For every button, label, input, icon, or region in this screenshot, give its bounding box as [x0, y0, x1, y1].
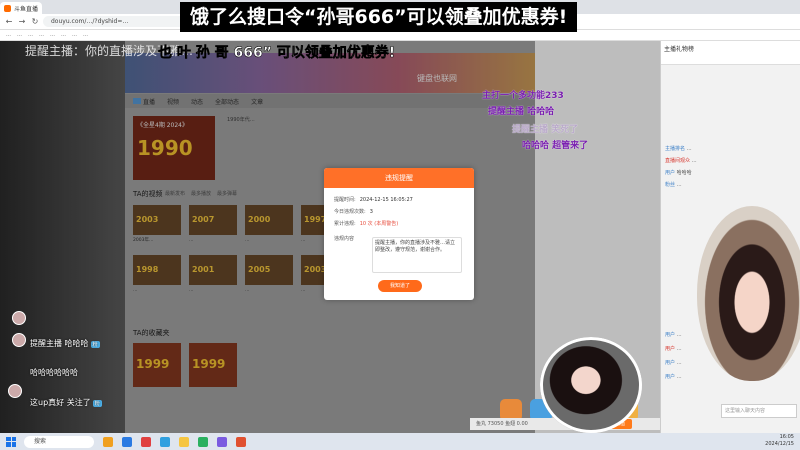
- taskbar: 搜索 16:05 2024/12/15: [0, 433, 800, 450]
- modal-row: 提醒时间: 2024-12-15 16:05:27: [334, 197, 413, 203]
- app-icon[interactable]: [103, 436, 113, 447]
- windows-start-icon[interactable]: [6, 436, 16, 447]
- modal-title: 违规提醒: [324, 168, 474, 188]
- system-clock[interactable]: 16:05 2024/12/15: [765, 434, 794, 448]
- promo-banner: 饿了么搜口令“孙哥666”可以领叠加优惠券!: [180, 2, 578, 32]
- webcam-ring: [540, 337, 642, 433]
- modal-reason-label: 违规内容: [334, 236, 355, 242]
- app-icon[interactable]: [217, 436, 227, 447]
- streamer-webcam: [697, 206, 800, 381]
- chat-line: 直播间观众 …: [665, 158, 697, 164]
- chat-line: 用户 …: [665, 346, 682, 352]
- bookmark-item[interactable]: …: [50, 32, 55, 38]
- app-icon[interactable]: [122, 436, 132, 447]
- chat-line: 主播排名 …: [665, 146, 692, 152]
- modal-row: 今日违规次数: 3: [334, 209, 373, 215]
- chat-line: 用户 …: [665, 332, 682, 338]
- ticker-overlay-text: 也 叶 孙 哥 666” 可以领叠加优惠券!: [158, 45, 396, 62]
- modal-row: 累计违规: 10 次 (本周警告): [334, 221, 399, 227]
- reload-icon[interactable]: ↻: [30, 17, 40, 27]
- app-icon[interactable]: [141, 436, 151, 447]
- folder-icon[interactable]: [179, 436, 189, 447]
- avatar: [12, 311, 26, 325]
- danmaku-message: 提醒主播 哈哈哈: [488, 107, 555, 117]
- danmaku-message: 提醒主播 笑死了: [512, 125, 579, 135]
- bookmark-item[interactable]: …: [72, 32, 77, 38]
- bookmark-item[interactable]: …: [28, 32, 33, 38]
- avatar: [12, 333, 26, 347]
- bookmark-item[interactable]: …: [6, 32, 11, 38]
- bookmark-item[interactable]: …: [61, 32, 66, 38]
- bookmark-item[interactable]: …: [83, 32, 88, 38]
- chat-line: 用户 …: [665, 360, 682, 366]
- chat-input[interactable]: 这里输入聊天内容: [721, 404, 797, 418]
- app-icon[interactable]: [236, 436, 246, 447]
- bookmark-item[interactable]: …: [39, 32, 44, 38]
- overlay-chat-line: 哈哈哈哈哈哈: [30, 368, 78, 377]
- chat-line: 用户 哈哈哈: [665, 170, 692, 176]
- overlay-chat-line: 提醒主播 哈哈哈粉: [30, 339, 100, 348]
- wechat-icon[interactable]: [198, 436, 208, 447]
- chrome-icon[interactable]: [160, 436, 170, 447]
- back-icon[interactable]: ←: [4, 17, 14, 27]
- browser-tab-label: 斗鱼直播: [14, 5, 39, 13]
- violation-modal: 违规提醒 提醒时间: 2024-12-15 16:05:27 今日违规次数: 3 累…: [324, 168, 474, 300]
- danmaku-message: 哈哈哈 超管来了: [522, 141, 589, 151]
- screen: 斗鱼直播 ← → ↻ douyu.com/…/?dyshid=… … … … ……: [0, 0, 800, 450]
- taskbar-search[interactable]: 搜索: [24, 435, 94, 448]
- danmaku-message: 主打一个多功能233: [482, 91, 564, 101]
- acknowledge-button[interactable]: 我知道了: [378, 280, 422, 292]
- chat-line: 粉丝 …: [665, 182, 682, 188]
- douyu-favicon-icon: [4, 4, 11, 12]
- modal-reason-text: 提醒主播，你的直播涉及不雅…请立即整改，遵守规范，谢谢合作。: [372, 237, 462, 273]
- browser-tab[interactable]: 斗鱼直播: [0, 2, 43, 14]
- overlay-chat-line: 这up真好 关注了粉: [30, 398, 102, 407]
- avatar: [8, 384, 22, 398]
- chat-line: 用户 …: [665, 374, 682, 380]
- bookmark-item[interactable]: …: [17, 32, 22, 38]
- forward-icon[interactable]: →: [17, 17, 27, 27]
- chat-header: 主播礼物榜: [661, 41, 800, 65]
